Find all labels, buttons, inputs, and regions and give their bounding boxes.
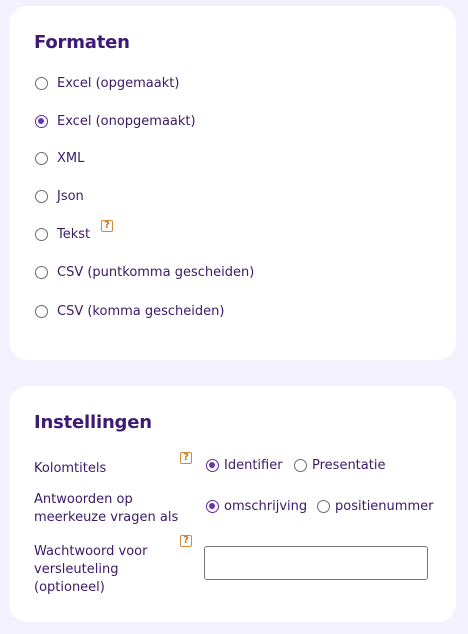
radio-xml[interactable] (35, 151, 48, 165)
password-label: Wachtwoord voor versleuteling (optioneel… (34, 544, 148, 595)
option-label: Identifier (224, 457, 283, 473)
radio-identifier[interactable] (206, 458, 219, 472)
settings-card: Instellingen Kolomtitels ? Identifier Pr… (9, 386, 456, 622)
format-option-csv-semicolon[interactable]: CSV (puntkomma gescheiden) (35, 262, 254, 282)
format-option-label: XML (57, 150, 85, 166)
option-label: omschrijving (224, 498, 308, 514)
text-help-icon[interactable]: ? (101, 220, 113, 232)
password-input[interactable] (204, 546, 428, 580)
format-option-label: Excel (opgemaakt) (57, 75, 180, 91)
formats-card: Formaten Excel (opgemaakt) Excel (onopge… (9, 6, 456, 360)
radio-csv-comma[interactable] (35, 304, 48, 318)
format-option-label: CSV (komma gescheiden) (57, 303, 225, 319)
radio-excel-formatted[interactable] (35, 76, 48, 90)
radio-position-number[interactable] (317, 499, 330, 513)
radio-description[interactable] (206, 499, 219, 513)
formats-title: Formaten (34, 32, 130, 53)
radio-json[interactable] (35, 189, 48, 203)
settings-title: Instellingen (34, 412, 152, 433)
multiple-choice-label: Antwoorden op meerkeuze vragen als (34, 492, 179, 525)
radio-csv-semicolon[interactable] (35, 265, 48, 279)
format-option-csv-comma[interactable]: CSV (komma gescheiden) (35, 301, 224, 321)
radio-text[interactable] (35, 227, 48, 241)
format-option-text[interactable]: Tekst (35, 224, 90, 244)
option-label: positienummer (335, 498, 434, 514)
column-titles-label: Kolomtitels (34, 461, 107, 476)
password-help-icon[interactable]: ? (180, 535, 192, 547)
radio-presentation[interactable] (294, 458, 307, 472)
format-option-label: Tekst (57, 226, 91, 242)
format-option-label: Json (57, 188, 84, 204)
format-option-excel-unformatted[interactable]: Excel (onopgemaakt) (35, 111, 196, 131)
multiple-choice-position[interactable]: positienummer (317, 497, 433, 515)
option-label: Presentatie (312, 457, 386, 473)
column-titles-help-icon[interactable]: ? (180, 452, 192, 464)
format-option-label: CSV (puntkomma gescheiden) (57, 264, 255, 280)
column-titles-presentation[interactable]: Presentatie (294, 456, 385, 474)
column-titles-identifier[interactable]: Identifier (206, 456, 283, 474)
format-option-json[interactable]: Json (35, 186, 84, 206)
format-option-label: Excel (onopgemaakt) (57, 113, 196, 129)
radio-excel-unformatted[interactable] (35, 114, 48, 128)
format-option-excel-formatted[interactable]: Excel (opgemaakt) (35, 73, 179, 93)
multiple-choice-description[interactable]: omschrijving (206, 497, 307, 515)
format-option-xml[interactable]: XML (35, 148, 84, 168)
